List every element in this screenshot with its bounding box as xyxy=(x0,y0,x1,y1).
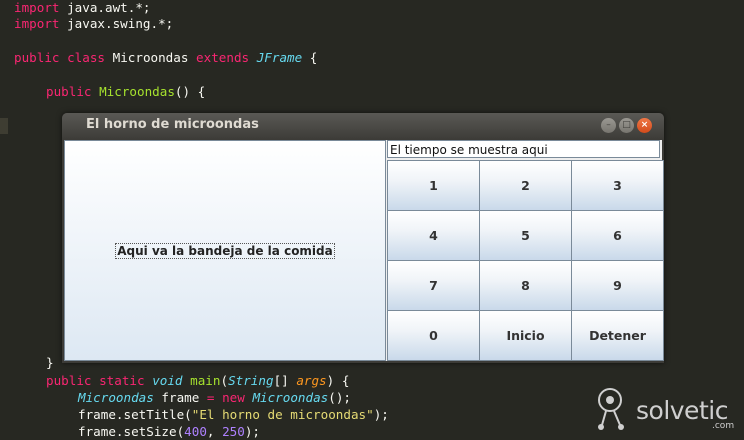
code-line-set-title: frame.setTitle("El horno de microondas")… xyxy=(78,407,389,422)
minimize-icon[interactable]: – xyxy=(601,118,616,133)
key-5-button[interactable]: 5 xyxy=(479,210,572,261)
key-6-button[interactable]: 6 xyxy=(571,210,664,261)
microwave-window[interactable]: El horno de microondas – □ × Aqui va la … xyxy=(62,113,664,363)
code-line-main: public static void main(String[] args) { xyxy=(46,373,350,388)
food-tray-label: Aqui va la bandeja de la comida xyxy=(115,242,335,259)
current-line-marker xyxy=(0,118,8,134)
close-icon[interactable]: × xyxy=(637,118,652,133)
code-line-close-brace: } xyxy=(46,355,54,370)
key-0-button[interactable]: 0 xyxy=(387,310,480,361)
key-9-button[interactable]: 9 xyxy=(571,260,664,311)
window-titlebar[interactable]: El horno de microondas – □ × xyxy=(62,113,664,139)
code-line-class-decl: public class Microondas extends JFrame { xyxy=(14,50,318,65)
window-content: Aqui va la bandeja de la comida El tiemp… xyxy=(64,140,664,361)
stop-button[interactable]: Detener xyxy=(571,310,664,361)
time-display-field[interactable]: El tiempo se muestra aqui xyxy=(387,140,660,158)
food-tray-button[interactable]: Aqui va la bandeja de la comida xyxy=(64,140,386,361)
keypad: 1 2 3 4 5 6 7 8 9 0 Inicio Detener xyxy=(387,160,664,361)
key-8-button[interactable]: 8 xyxy=(479,260,572,311)
start-button[interactable]: Inicio xyxy=(479,310,572,361)
logo-suffix: .com xyxy=(712,421,735,431)
maximize-icon[interactable]: □ xyxy=(619,118,634,133)
key-4-button[interactable]: 4 xyxy=(387,210,480,261)
code-line-import-awt: import java.awt.*; xyxy=(14,0,151,15)
code-line-import-swing: import javax.swing.*; xyxy=(14,16,174,31)
key-3-button[interactable]: 3 xyxy=(571,160,664,211)
key-2-button[interactable]: 2 xyxy=(479,160,572,211)
key-1-button[interactable]: 1 xyxy=(387,160,480,211)
key-7-button[interactable]: 7 xyxy=(387,260,480,311)
code-line-set-size: frame.setSize(400, 250); xyxy=(78,424,260,439)
code-line-frame-new: Microondas frame = new Microondas(); xyxy=(78,390,352,405)
code-line-constructor: public Microondas() { xyxy=(46,84,206,99)
window-title: El horno de microondas xyxy=(86,117,259,132)
